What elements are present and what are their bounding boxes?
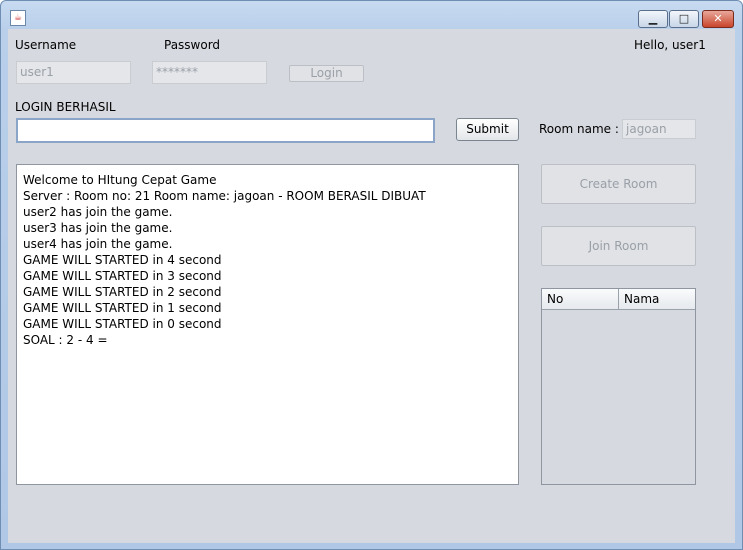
message-input[interactable] [16, 118, 435, 143]
room-name-label: Room name : [539, 122, 619, 136]
chat-line: user2 has join the game. [23, 205, 173, 219]
username-field[interactable]: user1 [16, 61, 131, 84]
create-room-button[interactable]: Create Room [541, 164, 696, 204]
title-bar: ☕ ▁ □ ✕ [1, 1, 742, 29]
chat-line: Welcome to HItung Cepat Game [23, 173, 217, 187]
maximize-button[interactable]: □ [669, 10, 699, 28]
room-name-field[interactable]: jagoan [622, 119, 696, 139]
login-button[interactable]: Login [289, 65, 364, 82]
column-header-no[interactable]: No [542, 289, 619, 309]
chat-line: user3 has join the game. [23, 221, 173, 235]
greeting-text: Hello, user1 [634, 38, 706, 52]
room-table[interactable]: No Nama [541, 288, 696, 485]
chat-line: GAME WILL STARTED in 3 second [23, 269, 222, 283]
chat-line: GAME WILL STARTED in 0 second [23, 317, 222, 331]
java-icon: ☕ [10, 10, 26, 26]
minimize-button[interactable]: ▁ [638, 10, 668, 28]
password-label: Password [164, 38, 221, 52]
submit-button[interactable]: Submit [456, 118, 519, 141]
username-label: Username [15, 38, 77, 52]
chat-line: SOAL : 2 - 4 = [23, 333, 108, 347]
chat-line: user4 has join the game. [23, 237, 173, 251]
content-panel: Username Password Hello, user1 user1 ***… [8, 29, 735, 543]
chat-line: GAME WILL STARTED in 1 second [23, 301, 222, 315]
table-header: No Nama [542, 289, 695, 310]
chat-log[interactable]: Welcome to HItung Cepat Game Server : Ro… [16, 164, 519, 485]
close-button[interactable]: ✕ [702, 10, 734, 28]
column-header-nama[interactable]: Nama [619, 289, 696, 309]
chat-line: GAME WILL STARTED in 4 second [23, 253, 222, 267]
password-field[interactable]: ******* [152, 61, 267, 84]
chat-line: Server : Room no: 21 Room name: jagoan -… [23, 189, 426, 203]
chat-line: GAME WILL STARTED in 2 second [23, 285, 222, 299]
login-status: LOGIN BERHASIL [15, 100, 116, 114]
join-room-button[interactable]: Join Room [541, 226, 696, 266]
app-window: ☕ ▁ □ ✕ Username Password Hello, user1 u… [0, 0, 743, 550]
